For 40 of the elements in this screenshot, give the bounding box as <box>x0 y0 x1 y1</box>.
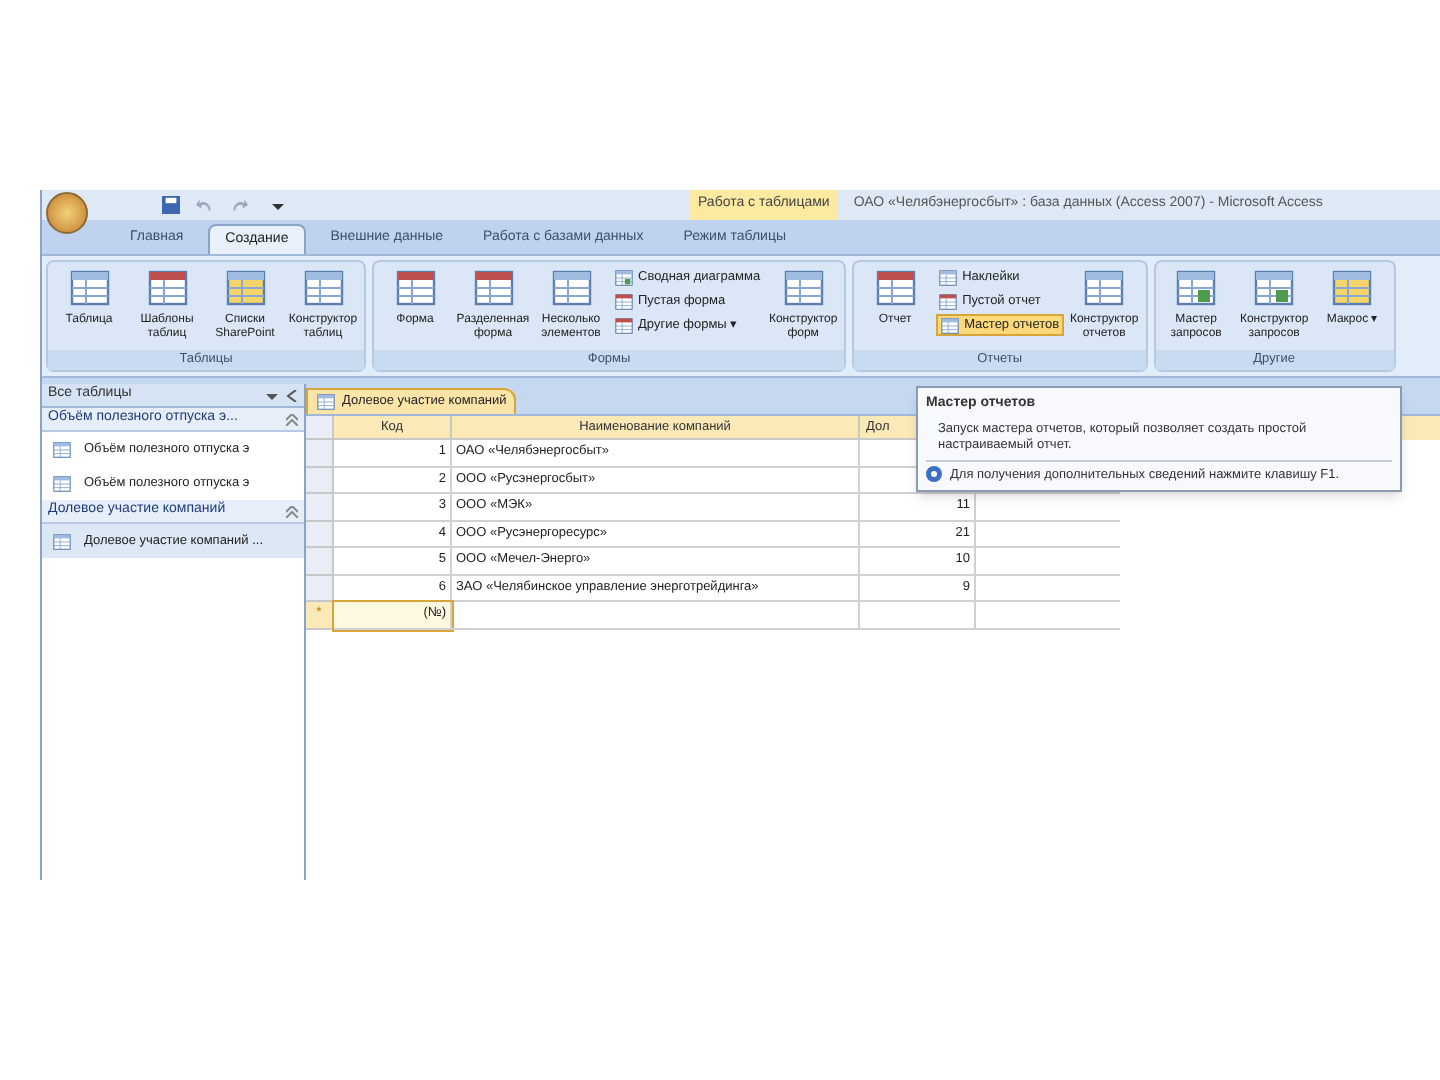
form-icon <box>614 315 634 335</box>
select-all-cell[interactable] <box>306 416 334 440</box>
row-selector[interactable] <box>306 440 334 467</box>
grid-icon <box>223 266 267 310</box>
report-icon <box>938 291 959 311</box>
table-cell <box>860 602 976 629</box>
help-icon <box>926 466 942 483</box>
table-icon <box>52 473 72 493</box>
form-icon <box>471 266 515 310</box>
table-icon <box>52 439 72 459</box>
report-icon <box>873 266 918 310</box>
collapse-icon[interactable] <box>286 389 298 401</box>
table-icon <box>52 531 72 551</box>
row-selector[interactable] <box>306 521 334 548</box>
row-selector[interactable] <box>306 548 334 575</box>
design-icon <box>781 266 826 310</box>
form-icon <box>393 266 437 310</box>
dropdown-icon[interactable] <box>266 389 278 401</box>
save-icon[interactable] <box>162 196 180 214</box>
row-selector[interactable] <box>306 494 334 521</box>
label-icon <box>938 267 959 287</box>
redo-icon[interactable] <box>230 196 248 214</box>
query-icon <box>1252 266 1297 310</box>
chevron-icon <box>286 505 298 517</box>
chevron-icon <box>286 413 298 425</box>
row-selector[interactable] <box>306 467 334 494</box>
form-icon <box>145 266 189 310</box>
table-icon <box>316 392 336 412</box>
row-selector[interactable] <box>306 575 334 602</box>
design-icon <box>1082 266 1127 310</box>
dropdown-icon[interactable] <box>272 199 284 211</box>
table-icon <box>67 266 111 310</box>
chart-icon <box>614 267 634 287</box>
undo-icon[interactable] <box>196 196 214 214</box>
list-icon <box>549 266 593 310</box>
design-icon <box>301 266 345 310</box>
scroll-icon <box>1330 266 1375 310</box>
wand-icon <box>940 315 961 335</box>
form-icon <box>614 291 634 311</box>
query-icon <box>1174 266 1219 310</box>
